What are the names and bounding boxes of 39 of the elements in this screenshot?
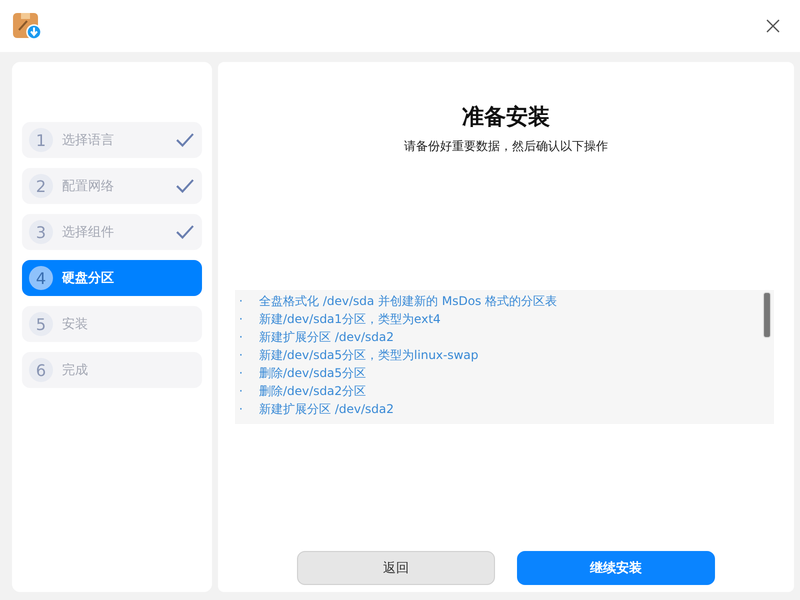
page-title: 准备安装 [462, 104, 550, 132]
step-label: 选择语言 [62, 132, 115, 149]
operation-text: 新建/dev/sda1分区，类型为ext4 [259, 311, 441, 328]
back-button[interactable]: 返回 [297, 551, 495, 585]
bullet: · [238, 401, 244, 418]
package-download-icon [12, 12, 42, 40]
operation-text: 删除/dev/sda2分区 [259, 383, 366, 400]
continue-button[interactable]: 继续安装 [517, 551, 715, 585]
step-item[interactable]: 3 选择组件 [22, 214, 202, 250]
page-subtitle: 请备份好重要数据，然后确认以下操作 [404, 138, 608, 155]
operation-text: 删除/dev/sda5分区 [259, 365, 366, 382]
scrollbar[interactable] [763, 292, 771, 338]
bullet: · [238, 383, 244, 400]
operation-text: 新建/dev/sda5分区，类型为linux-swap [259, 347, 478, 364]
bullet: · [238, 347, 244, 364]
bullet: · [238, 365, 244, 382]
step-item[interactable]: 4 硬盘分区 [22, 260, 202, 296]
step-label: 硬盘分区 [62, 270, 115, 287]
step-label: 配置网络 [62, 178, 115, 195]
operation-text: 新建扩展分区 /dev/sda2 [259, 401, 394, 418]
step-item[interactable]: 6 完成 [22, 352, 202, 388]
step-number: 5 [29, 312, 53, 336]
bullet: · [238, 293, 244, 310]
operation-text: 新建扩展分区 /dev/sda2 [259, 329, 394, 346]
step-number: 1 [29, 128, 53, 152]
step-label: 完成 [62, 362, 89, 379]
step-item[interactable]: 5 安装 [22, 306, 202, 342]
step-number: 2 [29, 174, 53, 198]
operation-text: 全盘格式化 /dev/sda 并创建新的 MsDos 格式的分区表 [259, 293, 558, 310]
step-item[interactable]: 1 选择语言 [22, 122, 202, 158]
step-number: 3 [29, 220, 53, 244]
bullet: · [238, 311, 244, 328]
step-item[interactable]: 2 配置网络 [22, 168, 202, 204]
step-label: 安装 [62, 316, 89, 333]
close-icon[interactable] [766, 19, 780, 33]
bullet: · [238, 329, 244, 346]
step-number: 4 [29, 266, 53, 290]
step-label: 选择组件 [62, 224, 115, 241]
step-number: 6 [29, 358, 53, 382]
